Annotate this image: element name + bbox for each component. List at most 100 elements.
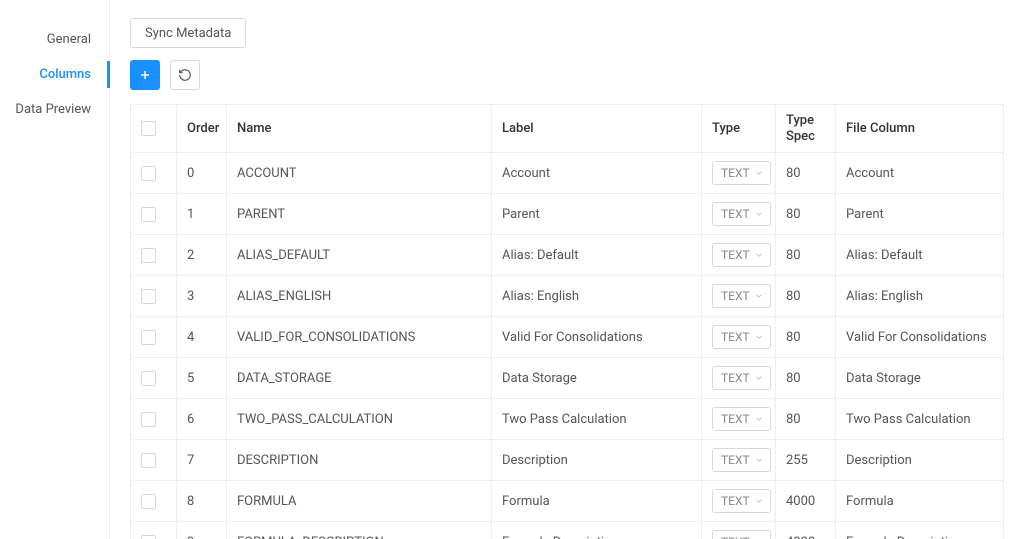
- row-checkbox-cell: [131, 153, 177, 194]
- cell-type: TEXT: [702, 481, 776, 522]
- row-checkbox-cell: [131, 399, 177, 440]
- header-label: Label: [492, 105, 702, 153]
- top-toolbar: Sync Metadata: [130, 18, 1004, 48]
- row-checkbox[interactable]: [141, 412, 156, 427]
- cell-name: ALIAS_DEFAULT: [227, 235, 492, 276]
- row-checkbox[interactable]: [141, 289, 156, 304]
- type-select[interactable]: TEXT: [712, 448, 771, 472]
- chevron-down-icon: [754, 291, 764, 301]
- type-select[interactable]: TEXT: [712, 243, 771, 267]
- cell-type: TEXT: [702, 235, 776, 276]
- sidebar-item-columns[interactable]: Columns: [0, 57, 109, 92]
- chevron-down-icon: [754, 373, 764, 383]
- refresh-button[interactable]: [170, 60, 200, 90]
- cell-type-spec: 80: [776, 358, 836, 399]
- cell-type-spec: 80: [776, 235, 836, 276]
- table-row: 9 FORMULA_DESCRIPTION Formula Descriptio…: [131, 522, 1004, 539]
- cell-type-spec: 4000: [776, 522, 836, 539]
- cell-order: 0: [177, 153, 227, 194]
- cell-name: ALIAS_ENGLISH: [227, 276, 492, 317]
- cell-type-spec: 255: [776, 440, 836, 481]
- cell-order: 6: [177, 399, 227, 440]
- header-order: Order: [177, 105, 227, 153]
- cell-type: TEXT: [702, 440, 776, 481]
- sync-metadata-button[interactable]: Sync Metadata: [130, 18, 246, 48]
- row-checkbox[interactable]: [141, 248, 156, 263]
- type-select-value: TEXT: [721, 412, 750, 426]
- row-checkbox[interactable]: [141, 330, 156, 345]
- chevron-down-icon: [754, 414, 764, 424]
- cell-label: Formula: [492, 481, 702, 522]
- table-header-row: Order Name Label Type Type Spec File Col…: [131, 105, 1004, 153]
- type-select-value: TEXT: [721, 371, 750, 385]
- cell-label: Two Pass Calculation: [492, 399, 702, 440]
- sidebar-item-data-preview[interactable]: Data Preview: [0, 92, 109, 127]
- cell-file-column: Valid For Consolidations: [836, 317, 1004, 358]
- select-all-checkbox[interactable]: [141, 121, 156, 136]
- row-checkbox[interactable]: [141, 207, 156, 222]
- table-row: 7 DESCRIPTION Description TEXT 255 Descr…: [131, 440, 1004, 481]
- sidebar-item-general[interactable]: General: [0, 22, 109, 57]
- row-checkbox[interactable]: [141, 371, 156, 386]
- cell-order: 1: [177, 194, 227, 235]
- cell-label: Formula Description: [492, 522, 702, 539]
- type-select[interactable]: TEXT: [712, 366, 771, 390]
- cell-type-spec: 80: [776, 153, 836, 194]
- cell-file-column: Alias: English: [836, 276, 1004, 317]
- type-select-value: TEXT: [721, 248, 750, 262]
- cell-order: 2: [177, 235, 227, 276]
- cell-type: TEXT: [702, 399, 776, 440]
- table-body: 0 ACCOUNT Account TEXT 80 Account 1 PARE…: [131, 153, 1004, 539]
- cell-file-column: Account: [836, 153, 1004, 194]
- type-select[interactable]: TEXT: [712, 325, 771, 349]
- row-checkbox[interactable]: [141, 535, 156, 539]
- table-row: 2 ALIAS_DEFAULT Alias: Default TEXT 80 A…: [131, 235, 1004, 276]
- type-select-value: TEXT: [721, 453, 750, 467]
- type-select[interactable]: TEXT: [712, 202, 771, 226]
- type-select[interactable]: TEXT: [712, 489, 771, 513]
- header-type-spec: Type Spec: [776, 105, 836, 153]
- type-select-value: TEXT: [721, 494, 750, 508]
- cell-order: 8: [177, 481, 227, 522]
- type-select[interactable]: TEXT: [712, 407, 771, 431]
- cell-type: TEXT: [702, 153, 776, 194]
- table-row: 0 ACCOUNT Account TEXT 80 Account: [131, 153, 1004, 194]
- type-select[interactable]: TEXT: [712, 530, 771, 539]
- chevron-down-icon: [754, 209, 764, 219]
- add-button[interactable]: [130, 60, 160, 90]
- cell-type: TEXT: [702, 317, 776, 358]
- cell-order: 5: [177, 358, 227, 399]
- table-row: 6 TWO_PASS_CALCULATION Two Pass Calculat…: [131, 399, 1004, 440]
- cell-type-spec: 4000: [776, 481, 836, 522]
- row-checkbox[interactable]: [141, 494, 156, 509]
- type-select[interactable]: TEXT: [712, 284, 771, 308]
- main-content: Sync Metadata Order N: [110, 0, 1024, 539]
- cell-label: Alias: Default: [492, 235, 702, 276]
- row-checkbox[interactable]: [141, 453, 156, 468]
- row-checkbox[interactable]: [141, 166, 156, 181]
- cell-file-column: Two Pass Calculation: [836, 399, 1004, 440]
- cell-name: ACCOUNT: [227, 153, 492, 194]
- cell-file-column: Alias: Default: [836, 235, 1004, 276]
- row-checkbox-cell: [131, 522, 177, 539]
- cell-order: 3: [177, 276, 227, 317]
- cell-name: VALID_FOR_CONSOLIDATIONS: [227, 317, 492, 358]
- cell-name: PARENT: [227, 194, 492, 235]
- cell-file-column: Data Storage: [836, 358, 1004, 399]
- cell-file-column: Description: [836, 440, 1004, 481]
- refresh-icon: [178, 68, 192, 82]
- row-checkbox-cell: [131, 235, 177, 276]
- cell-type-spec: 80: [776, 317, 836, 358]
- columns-table: Order Name Label Type Type Spec File Col…: [130, 104, 1004, 539]
- cell-label: Valid For Consolidations: [492, 317, 702, 358]
- cell-type: TEXT: [702, 358, 776, 399]
- cell-type-spec: 80: [776, 276, 836, 317]
- row-checkbox-cell: [131, 317, 177, 358]
- type-select-value: TEXT: [721, 330, 750, 344]
- cell-order: 9: [177, 522, 227, 539]
- type-select[interactable]: TEXT: [712, 161, 771, 185]
- header-type: Type: [702, 105, 776, 153]
- cell-label: Data Storage: [492, 358, 702, 399]
- row-checkbox-cell: [131, 276, 177, 317]
- row-checkbox-cell: [131, 194, 177, 235]
